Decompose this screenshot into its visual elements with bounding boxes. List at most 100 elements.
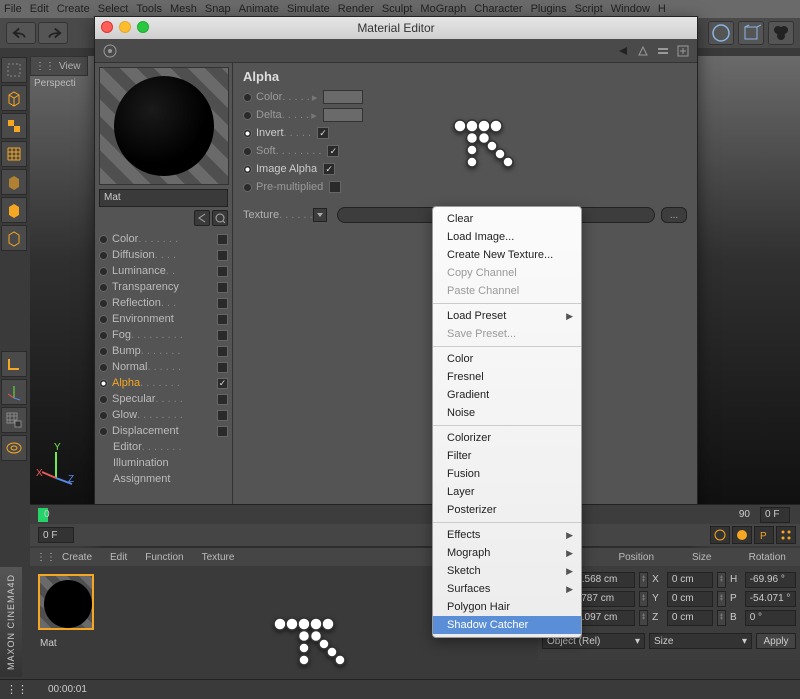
menu-item-effects[interactable]: Effects▶ bbox=[433, 526, 581, 544]
redo-button[interactable] bbox=[38, 22, 68, 44]
primitive-sphere-icon[interactable] bbox=[708, 21, 734, 45]
menu-item-mograph[interactable]: Mograph▶ bbox=[433, 544, 581, 562]
coord-rot-h[interactable]: -69.96 ° bbox=[745, 572, 796, 588]
channel-transparency[interactable]: Transparency bbox=[99, 279, 228, 295]
param-color[interactable]: Color . . . . .▸ bbox=[243, 88, 687, 106]
channel-illumination[interactable]: Illumination bbox=[99, 455, 228, 471]
primitive-cube-icon[interactable] bbox=[738, 21, 764, 45]
coord-size-x[interactable]: 0 cm bbox=[667, 572, 713, 588]
texture-context-menu[interactable]: Clear Load Image... Create New Texture..… bbox=[432, 206, 582, 638]
channel-reflection[interactable]: Reflection . . . bbox=[99, 295, 228, 311]
menu-plugins[interactable]: Plugins bbox=[531, 3, 567, 15]
timeline-ruler[interactable]: 0 90 0 F bbox=[30, 504, 800, 524]
material-name-input[interactable]: Mat bbox=[99, 189, 228, 207]
menu-mesh[interactable]: Mesh bbox=[170, 3, 197, 15]
nav-up-icon[interactable] bbox=[635, 44, 651, 58]
channel-displacement[interactable]: Displacement bbox=[99, 423, 228, 439]
menu-item-load-image[interactable]: Load Image... bbox=[433, 228, 581, 246]
coord-size-dropdown[interactable]: Size▾ bbox=[649, 633, 752, 649]
menu-simulate[interactable]: Simulate bbox=[287, 3, 330, 15]
nav-plus-icon[interactable] bbox=[675, 44, 691, 58]
menu-sculpt[interactable]: Sculpt bbox=[382, 3, 413, 15]
cube-tool-icon[interactable] bbox=[1, 85, 27, 111]
shelf-menu-create[interactable]: Create bbox=[62, 552, 92, 563]
menu-tools[interactable]: Tools bbox=[136, 3, 162, 15]
picker-icon[interactable] bbox=[212, 210, 228, 226]
coord-size-y[interactable]: 0 cm bbox=[667, 591, 713, 607]
channel-fog[interactable]: Fog . . . . . . . . . bbox=[99, 327, 228, 343]
channel-alpha[interactable]: Alpha . . . . . . . bbox=[99, 375, 228, 391]
menu-select[interactable]: Select bbox=[98, 3, 129, 15]
wire-cube-icon[interactable] bbox=[1, 225, 27, 251]
menu-item-surfaces[interactable]: Surfaces▶ bbox=[433, 580, 581, 598]
menu-item-layer[interactable]: Layer bbox=[433, 483, 581, 501]
mesh-lock-icon[interactable] bbox=[1, 407, 27, 433]
menu-script[interactable]: Script bbox=[575, 3, 603, 15]
solid-cube-icon[interactable] bbox=[1, 197, 27, 223]
menu-item-posterizer[interactable]: Posterizer bbox=[433, 501, 581, 519]
axis-l-icon[interactable] bbox=[1, 351, 27, 377]
prev-material-icon[interactable] bbox=[194, 210, 210, 226]
texture-browse-button[interactable]: ... bbox=[661, 207, 687, 223]
view-tab[interactable]: ⋮⋮View bbox=[30, 56, 88, 76]
torus-icon[interactable] bbox=[1, 435, 27, 461]
zoom-button[interactable] bbox=[137, 21, 149, 33]
menu-item-filter[interactable]: Filter bbox=[433, 447, 581, 465]
menu-item-shadow-catcher[interactable]: Shadow Catcher bbox=[433, 616, 581, 634]
home-icon[interactable] bbox=[101, 42, 119, 60]
undo-button[interactable] bbox=[6, 22, 36, 44]
keyframe-p-icon[interactable]: P bbox=[754, 526, 774, 544]
menu-file[interactable]: File bbox=[4, 3, 22, 15]
menu-item-sketch[interactable]: Sketch▶ bbox=[433, 562, 581, 580]
minimize-button[interactable] bbox=[119, 21, 131, 33]
dotted-cube-icon[interactable] bbox=[1, 57, 27, 83]
channel-environment[interactable]: Environment bbox=[99, 311, 228, 327]
menu-item-color-shader[interactable]: Color bbox=[433, 350, 581, 368]
coord-rot-b[interactable]: 0 ° bbox=[745, 610, 796, 626]
channel-normal[interactable]: Normal . . . . . . bbox=[99, 359, 228, 375]
menu-character[interactable]: Character bbox=[474, 3, 522, 15]
nav-back-icon[interactable] bbox=[615, 44, 631, 58]
channel-glow[interactable]: Glow . . . . . . . . bbox=[99, 407, 228, 423]
channel-bump[interactable]: Bump . . . . . . . bbox=[99, 343, 228, 359]
channel-luminance[interactable]: Luminance . . bbox=[99, 263, 228, 279]
channel-editor[interactable]: Editor . . . . . . . bbox=[99, 439, 228, 455]
menu-item-gradient[interactable]: Gradient bbox=[433, 386, 581, 404]
menu-create[interactable]: Create bbox=[57, 3, 90, 15]
channel-diffusion[interactable]: Diffusion . . . . bbox=[99, 247, 228, 263]
timeline-frame-field[interactable]: 0 F bbox=[760, 507, 790, 523]
menu-item-fresnel[interactable]: Fresnel bbox=[433, 368, 581, 386]
current-frame-field[interactable]: 0 F bbox=[38, 527, 74, 543]
close-button[interactable] bbox=[101, 21, 113, 33]
window-titlebar[interactable]: Material Editor bbox=[95, 17, 697, 39]
menu-item-clear[interactable]: Clear bbox=[433, 210, 581, 228]
cloner-icon[interactable] bbox=[768, 21, 794, 45]
texture-dropdown-button[interactable] bbox=[313, 208, 327, 222]
coord-size-z[interactable]: 0 cm bbox=[667, 610, 713, 626]
shelf-menu-edit[interactable]: Edit bbox=[110, 552, 127, 563]
xyz-axis-icon[interactable] bbox=[1, 379, 27, 405]
menu-window[interactable]: Window bbox=[611, 3, 650, 15]
shelf-menu-function[interactable]: Function bbox=[145, 552, 183, 563]
menu-item-create-new-texture[interactable]: Create New Texture... bbox=[433, 246, 581, 264]
menu-item-fusion[interactable]: Fusion bbox=[433, 465, 581, 483]
material-preview[interactable] bbox=[99, 67, 229, 185]
channel-assignment[interactable]: Assignment bbox=[99, 471, 228, 487]
checker-icon[interactable] bbox=[1, 113, 27, 139]
channel-color[interactable]: Color . . . . . . . bbox=[99, 231, 228, 247]
menu-item-load-preset[interactable]: Load Preset▶ bbox=[433, 307, 581, 325]
material-thumbnail[interactable] bbox=[38, 574, 94, 630]
menu-item-colorizer[interactable]: Colorizer bbox=[433, 429, 581, 447]
shelf-menu-texture[interactable]: Texture bbox=[202, 552, 235, 563]
grid-icon[interactable] bbox=[1, 141, 27, 167]
shaded-cube-icon[interactable] bbox=[1, 169, 27, 195]
channel-specular[interactable]: Specular . . . . . bbox=[99, 391, 228, 407]
menu-item-polygon-hair[interactable]: Polygon Hair bbox=[433, 598, 581, 616]
keyframe-pos-icon[interactable] bbox=[710, 526, 730, 544]
menu-animate[interactable]: Animate bbox=[239, 3, 279, 15]
menu-mograph[interactable]: MoGraph bbox=[420, 3, 466, 15]
apply-button[interactable]: Apply bbox=[756, 633, 796, 649]
keyframe-grid-icon[interactable] bbox=[776, 526, 796, 544]
menu-edit[interactable]: Edit bbox=[30, 3, 49, 15]
menu-render[interactable]: Render bbox=[338, 3, 374, 15]
